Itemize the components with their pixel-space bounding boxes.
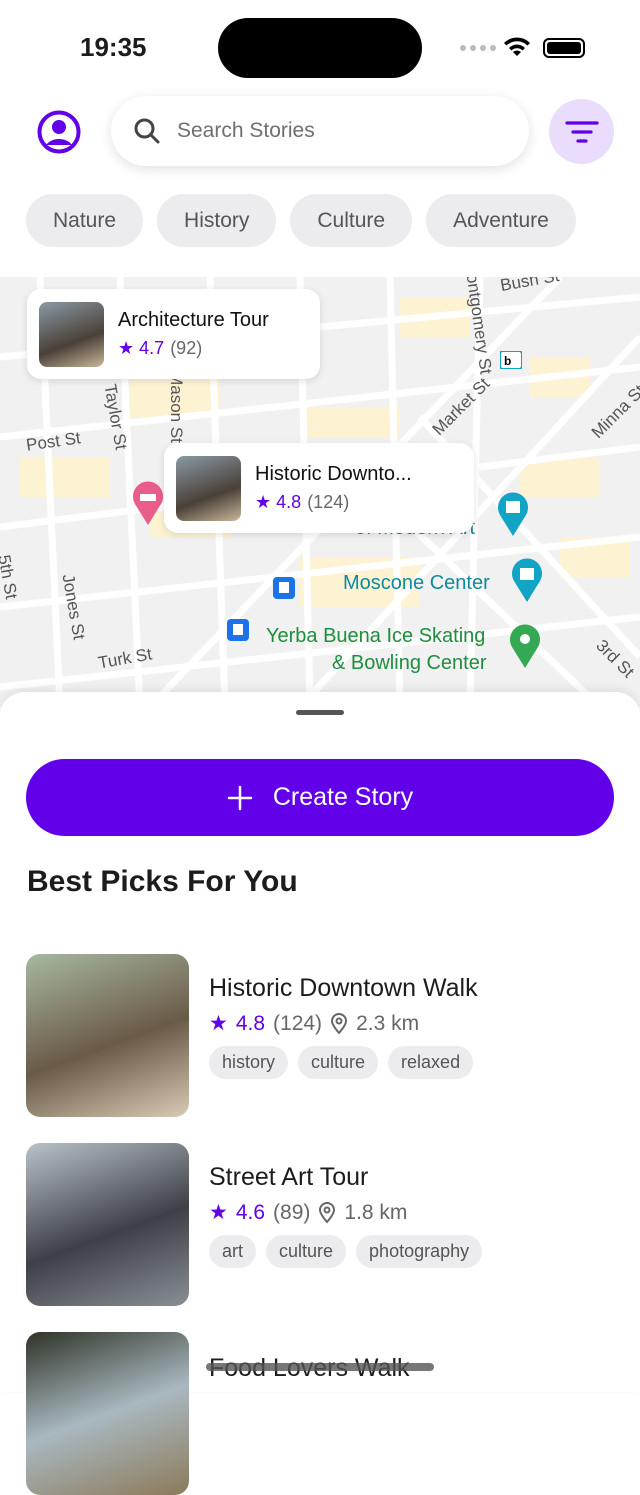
bottom-sheet[interactable]: Create Story Best Picks For You Historic… [0,692,640,1495]
story-title: Architecture Tour [118,309,269,331]
filter-icon [564,120,599,143]
bart-icon: b [500,351,522,369]
rating: 4.6 [235,1200,266,1224]
story-thumbnail [39,301,104,367]
section-title: Best Picks For You [27,865,298,898]
chip-history[interactable]: History [157,194,277,247]
star-icon: ★ [209,1012,228,1035]
hotel-pin-icon[interactable] [131,480,165,526]
chip-culture[interactable]: Culture [290,194,413,247]
review-count: (124) [307,492,350,512]
distance: 1.8 km [344,1200,408,1224]
svg-text:b: b [504,354,511,368]
rating: 4.8 [276,492,302,512]
plus-icon [227,785,253,810]
story-thumbnail [176,455,241,521]
distance: 2.3 km [356,1011,420,1035]
search-bar[interactable] [111,96,529,166]
story-thumbnail [26,1143,189,1306]
story-list-item[interactable]: Street Art Tour ★ 4.6 (89) 1.8 km art cult… [26,1143,483,1306]
story-title: Historic Downtown Walk [209,974,478,1002]
star-icon: ★ [209,1201,228,1224]
signal-icon [460,45,496,51]
story-title: Historic Downto... [255,463,412,485]
tag: relaxed [388,1046,474,1079]
tag: culture [298,1046,379,1079]
rating: 4.8 [235,1011,266,1035]
sheet-grabber[interactable] [296,710,344,715]
park-pin-icon[interactable] [508,623,542,669]
create-story-button[interactable]: Create Story [26,759,614,836]
street-label: Mason St [166,371,186,443]
clock: 19:35 [80,32,147,62]
category-chips: Nature History Culture Adventure [26,194,576,247]
story-title: Street Art Tour [209,1163,369,1191]
location-pin-icon [319,1201,336,1224]
tag: history [209,1046,289,1079]
filter-button[interactable] [549,99,614,164]
story-thumbnail [26,954,189,1117]
location-pin-icon [331,1012,348,1035]
profile-avatar-icon[interactable] [37,110,81,154]
tram-icon [273,577,295,599]
search-input[interactable] [177,119,477,143]
search-icon [134,118,160,144]
review-count: (89) [273,1200,311,1224]
map-view[interactable]: Post St Taylor St Mason St Jones St Turk… [0,277,640,707]
battery-icon [543,38,585,58]
rating: 4.7 [139,338,165,358]
tag: photography [356,1235,483,1268]
review-count: (124) [273,1011,323,1035]
poi-moscone-center[interactable]: Moscone Center [343,572,490,595]
create-story-label: Create Story [272,783,414,811]
museum-pin-icon[interactable] [496,491,530,537]
map-story-card-architecture[interactable]: Architecture Tour ★ 4.7 (92) [27,289,320,379]
story-list-item[interactable]: Historic Downtown Walk ★ 4.8 (124) 2.3 km … [26,954,478,1117]
star-icon: ★ [118,338,135,358]
wifi-icon [504,37,530,56]
tram-icon [227,619,249,641]
poi-yerba-buena[interactable]: Yerba Buena Ice Skating [266,625,485,648]
status-bar: 19:35 [0,0,640,90]
star-icon: ★ [255,492,272,512]
story-list-item[interactable]: Food Lovers Walk [26,1332,410,1495]
landmark-pin-icon[interactable] [510,557,544,603]
review-count: (92) [170,338,203,358]
poi-yerba-buena-line2: & Bowling Center [332,652,487,674]
tag: culture [266,1235,347,1268]
chip-nature[interactable]: Nature [26,194,144,247]
map-story-card-historic[interactable]: Historic Downto... ★ 4.8 (124) [164,443,474,533]
chip-adventure[interactable]: Adventure [426,194,576,247]
home-indicator[interactable] [206,1363,434,1371]
tag: art [209,1235,257,1268]
story-thumbnail [26,1332,189,1495]
dynamic-island [218,18,422,78]
